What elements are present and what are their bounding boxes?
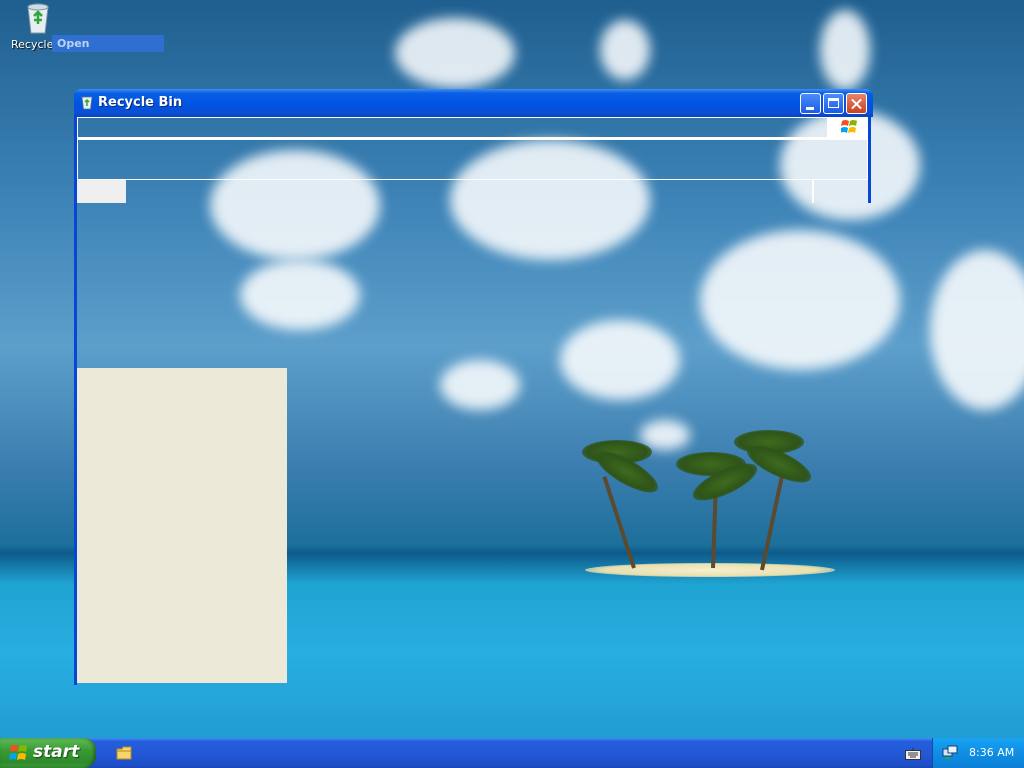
recycle-bin-window[interactable]: Recycle Bin bbox=[74, 89, 873, 685]
system-tray: 8:36 AM bbox=[932, 738, 1024, 768]
menu-bar[interactable] bbox=[77, 117, 828, 138]
desktop[interactable]: Recycle Bin Open Recycle Bin start 8:36 … bbox=[0, 0, 1024, 768]
window-frame-right bbox=[868, 117, 871, 203]
address-bar-label bbox=[77, 180, 126, 203]
task-pane bbox=[77, 368, 287, 683]
address-bar-divider bbox=[812, 180, 814, 203]
context-menu-open-item[interactable]: Open bbox=[52, 35, 164, 52]
network-icon[interactable] bbox=[942, 745, 958, 761]
close-button[interactable] bbox=[846, 93, 867, 114]
taskbar: start 8:36 AM bbox=[0, 738, 1024, 768]
window-title: Recycle Bin bbox=[98, 95, 183, 110]
title-bar[interactable]: Recycle Bin bbox=[74, 89, 873, 117]
folder-icon[interactable] bbox=[116, 746, 132, 760]
start-label: start bbox=[33, 742, 80, 762]
recycle-bin-icon bbox=[27, 3, 49, 34]
toolbar[interactable] bbox=[77, 138, 868, 180]
maximize-button[interactable] bbox=[823, 93, 844, 114]
windows-logo-icon bbox=[9, 745, 27, 760]
minimize-button[interactable] bbox=[800, 93, 821, 114]
recycle-bin-icon bbox=[81, 96, 93, 110]
keyboard-icon[interactable] bbox=[905, 747, 921, 761]
clock[interactable]: 8:36 AM bbox=[969, 746, 1014, 759]
windows-logo-icon bbox=[841, 120, 857, 133]
desktop-icon-recycle-bin[interactable] bbox=[8, 2, 68, 34]
start-button[interactable]: start bbox=[0, 738, 96, 768]
windows-logo-box bbox=[828, 117, 868, 138]
